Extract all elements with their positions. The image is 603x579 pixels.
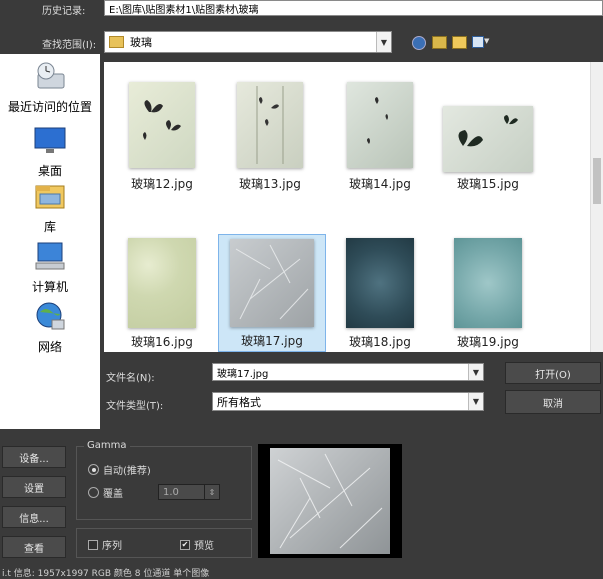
gamma-auto-label: 自动(推荐) — [103, 466, 151, 477]
image-info-text: i.t 信息: 1957x1997 RGB 颜色 8 位通道 单个图像 — [2, 569, 210, 579]
file-name: 玻璃17.jpg — [241, 334, 303, 348]
gamma-override-label: 覆盖 — [103, 489, 123, 500]
settings-button[interactable]: 设置 — [2, 476, 66, 498]
file-name: 玻璃16.jpg — [131, 335, 193, 349]
checkbox-icon — [88, 539, 98, 550]
filename-value: 玻璃17.jpg — [217, 368, 269, 380]
radio-icon — [88, 487, 99, 498]
gamma-override-radio[interactable]: 覆盖 — [88, 485, 123, 500]
file-item[interactable]: 玻璃18.jpg — [326, 234, 434, 352]
up-folder-icon[interactable] — [432, 36, 447, 49]
checkmark-icon: ✔ — [180, 539, 190, 550]
file-item-selected[interactable]: 玻璃17.jpg — [218, 234, 326, 352]
sequence-checkbox[interactable]: 序列 — [88, 537, 122, 552]
thumbnail — [128, 238, 196, 328]
file-name: 玻璃19.jpg — [457, 335, 519, 349]
places-bar: 最近访问的位置 桌面 库 计算机 网络 — [0, 54, 100, 429]
cancel-button[interactable]: 取消 — [505, 390, 601, 414]
gamma-override-value: 1.0 — [163, 486, 179, 498]
folder-icon — [109, 36, 124, 48]
back-icon[interactable] — [412, 36, 426, 50]
file-item[interactable]: 玻璃15.jpg — [434, 76, 542, 194]
file-name: 玻璃12.jpg — [131, 177, 193, 191]
preview-image — [270, 448, 390, 554]
file-name: 玻璃15.jpg — [457, 177, 519, 191]
vertical-scrollbar[interactable] — [590, 62, 603, 352]
file-name: 玻璃14.jpg — [349, 177, 411, 191]
library-icon — [32, 180, 68, 214]
file-list[interactable]: 玻璃12.jpg 玻璃13.jpg 玻璃14.jpg 玻璃15.jpg 玻璃16… — [104, 62, 603, 352]
info-button[interactable]: 信息... — [2, 506, 66, 528]
radio-selected-icon — [88, 464, 99, 475]
file-item[interactable]: 玻璃16.jpg — [108, 234, 216, 352]
thumbnail — [237, 82, 303, 168]
history-value: E:\图库\贴图素材1\贴图素材\玻璃 — [109, 4, 259, 16]
filetype-value: 所有格式 — [217, 395, 261, 409]
view-button[interactable]: 查看 — [2, 536, 66, 558]
preview-pane — [258, 444, 402, 558]
chevron-down-icon[interactable]: ▼ — [468, 393, 483, 410]
filename-field[interactable]: 玻璃17.jpg ▼ — [212, 363, 484, 381]
place-desktop[interactable]: 桌面 — [0, 124, 100, 179]
file-item[interactable]: 玻璃12.jpg — [108, 76, 216, 194]
chevron-down-icon[interactable]: ▼ — [376, 32, 391, 52]
sequence-label: 序列 — [102, 541, 122, 552]
recent-places-icon — [32, 60, 68, 94]
thumbnail — [454, 238, 522, 328]
thumbnail — [346, 238, 414, 328]
file-item[interactable]: 玻璃13.jpg — [216, 76, 324, 194]
place-network[interactable]: 网络 — [0, 300, 100, 355]
lookin-value: 玻璃 — [130, 36, 152, 49]
gamma-title: Gamma — [84, 440, 130, 451]
place-computer[interactable]: 计算机 — [0, 240, 100, 295]
scrollbar-thumb[interactable] — [593, 158, 601, 204]
open-button[interactable]: 打开(O) — [505, 362, 601, 384]
device-button[interactable]: 设备... — [2, 446, 66, 468]
preview-checkbox[interactable]: ✔ 预览 — [180, 537, 214, 552]
chevron-down-icon[interactable]: ▼ — [468, 364, 483, 380]
filetype-label: 文件类型(T): — [106, 401, 164, 412]
thumbnail — [443, 106, 533, 172]
computer-icon — [32, 240, 68, 274]
lookin-label: 查找范围(I): — [42, 40, 97, 51]
stepper-icon[interactable]: ⇕ — [204, 485, 219, 499]
thumbnail — [129, 82, 195, 168]
place-network-label: 网络 — [37, 340, 62, 354]
lookin-dropdown[interactable]: 玻璃 ▼ — [104, 31, 392, 53]
preview-label: 预览 — [194, 541, 214, 552]
network-icon — [32, 300, 68, 334]
thumbnail — [347, 82, 413, 168]
place-library-label: 库 — [43, 220, 56, 234]
place-computer-label: 计算机 — [31, 280, 68, 294]
file-name: 玻璃18.jpg — [349, 335, 411, 349]
place-desktop-label: 桌面 — [37, 164, 62, 178]
new-folder-icon[interactable] — [452, 36, 467, 49]
place-recent-label: 最近访问的位置 — [7, 100, 92, 114]
place-recent[interactable]: 最近访问的位置 — [0, 60, 100, 115]
view-menu-icon[interactable]: ▼ — [472, 36, 490, 48]
history-field[interactable]: E:\图库\贴图素材1\贴图素材\玻璃 — [104, 0, 603, 16]
file-item[interactable]: 玻璃19.jpg — [434, 234, 542, 352]
gamma-auto-radio[interactable]: 自动(推荐) — [88, 462, 151, 477]
place-library[interactable]: 库 — [0, 180, 100, 235]
thumbnail — [230, 239, 314, 327]
history-label: 历史记录: — [42, 6, 86, 17]
file-name: 玻璃13.jpg — [239, 177, 301, 191]
gamma-group — [76, 446, 252, 520]
filename-label: 文件名(N): — [106, 373, 155, 384]
gamma-override-input[interactable]: 1.0 ⇕ — [158, 484, 220, 500]
desktop-icon — [32, 124, 68, 158]
file-item[interactable]: 玻璃14.jpg — [326, 76, 434, 194]
filetype-dropdown[interactable]: 所有格式 ▼ — [212, 392, 484, 411]
